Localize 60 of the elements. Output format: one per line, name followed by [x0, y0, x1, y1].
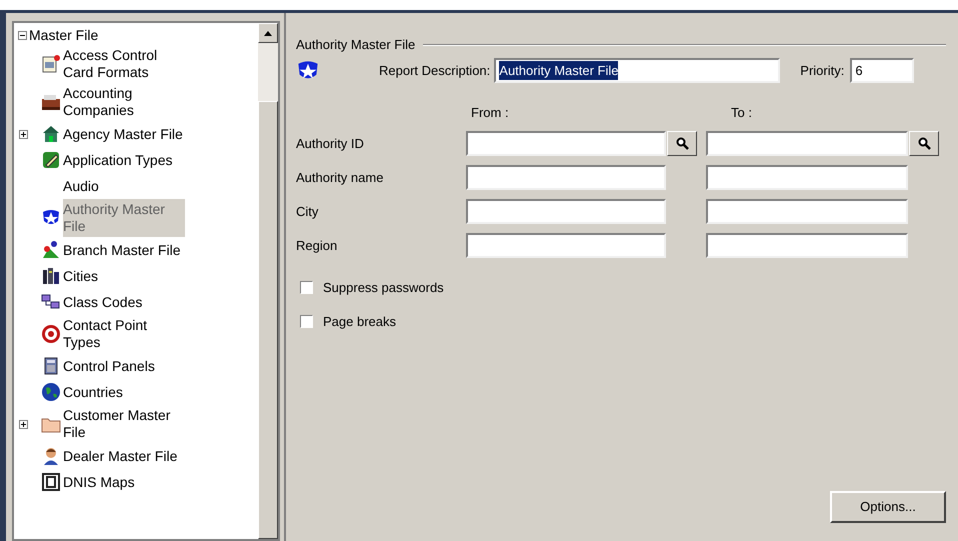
field-label: Report Description: — [379, 62, 490, 80]
group-title: Authority Master File — [296, 36, 416, 54]
expander-icon[interactable] — [18, 30, 27, 40]
target-icon — [41, 324, 61, 344]
input-field[interactable] — [466, 165, 666, 190]
checkbox-label: Suppress passwords — [323, 279, 444, 297]
report-description-field[interactable]: Authority Master File — [494, 58, 780, 83]
globe-icon — [41, 382, 61, 402]
expander-icon[interactable] — [19, 420, 28, 428]
checkbox-label: Page breaks — [323, 312, 396, 331]
tree-item[interactable]: Access Control Card Formats — [63, 45, 185, 83]
input-field[interactable] — [706, 199, 908, 224]
tree-item[interactable]: Agency Master File — [63, 124, 183, 144]
search-icon — [676, 137, 688, 150]
scroll-thumb[interactable] — [258, 101, 278, 539]
pencil-icon — [41, 150, 61, 170]
tree-item[interactable]: Master File — [29, 26, 98, 44]
cash-box-icon — [41, 92, 61, 112]
tree-item[interactable]: Authority Master File — [63, 199, 185, 237]
tree-item[interactable]: Contact Point Types — [63, 315, 185, 353]
tree-item[interactable]: Cities — [63, 266, 98, 286]
input-field[interactable] — [466, 199, 666, 224]
tree-item[interactable]: Application Types — [63, 150, 172, 170]
tree-item[interactable]: Customer Master File — [63, 405, 185, 443]
search-button[interactable] — [909, 131, 939, 156]
tree-item[interactable]: Class Codes — [63, 292, 142, 312]
tree-item[interactable]: Accounting Companies — [63, 83, 185, 121]
field-label: Authority ID — [296, 134, 365, 153]
input-field[interactable] — [706, 233, 908, 258]
search-button[interactable] — [667, 131, 697, 156]
building-icon — [41, 124, 61, 144]
checkbox[interactable] — [300, 281, 313, 294]
field-label: Region — [296, 236, 338, 255]
priority-field[interactable]: 6 — [850, 58, 914, 83]
city-icon — [41, 266, 61, 286]
field-label: Priority: — [800, 62, 844, 80]
options-button[interactable]: Options... — [830, 491, 946, 523]
tree-item[interactable]: DNIS Maps — [63, 472, 135, 492]
tree-item[interactable]: Dealer Master File — [63, 446, 178, 466]
field-label: Authority name — [296, 168, 384, 187]
column-header: To : — [730, 104, 753, 122]
tree-item[interactable]: Branch Master File — [63, 240, 180, 260]
frame-icon — [41, 472, 61, 492]
scroll-up-button[interactable] — [258, 23, 278, 43]
card-icon — [41, 54, 61, 74]
up-arrow-icon — [264, 30, 272, 36]
expander-icon[interactable] — [19, 130, 28, 138]
tree-item[interactable]: Countries — [63, 382, 123, 402]
search-icon — [918, 137, 930, 150]
person-icon — [41, 446, 61, 466]
tree-item[interactable]: Audio — [63, 176, 99, 196]
input-field[interactable] — [706, 165, 908, 190]
input-field[interactable] — [706, 131, 908, 156]
scrollbar[interactable] — [258, 23, 278, 539]
input-field[interactable] — [466, 131, 666, 156]
tree-item[interactable]: Control Panels — [63, 356, 155, 376]
field-label: City — [296, 202, 320, 221]
input-field[interactable] — [466, 233, 666, 258]
column-header: From : — [470, 104, 510, 122]
checkbox[interactable] — [300, 314, 313, 328]
